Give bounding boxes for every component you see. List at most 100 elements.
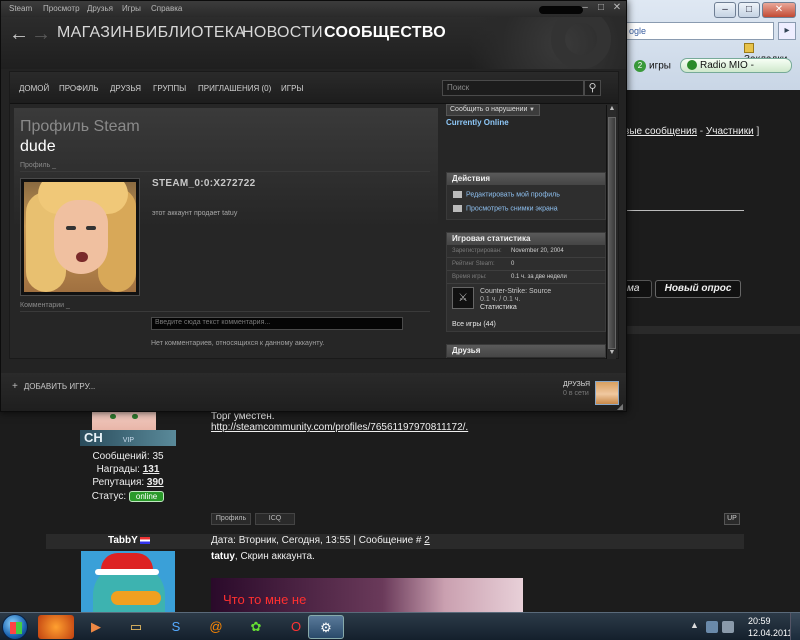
members-link[interactable]: Участники: [706, 126, 754, 137]
nav-library[interactable]: БИБЛИОТЕКА: [135, 24, 245, 42]
separator: -: [697, 126, 706, 137]
radio-widget[interactable]: Radio MIO -: [680, 58, 792, 73]
subnav-home[interactable]: ДОМОЙ: [19, 84, 49, 93]
games-icon: 2: [634, 60, 646, 72]
tray-expand-icon[interactable]: ▲: [690, 620, 699, 630]
back-arrow-icon[interactable]: ←: [9, 23, 29, 46]
avatar[interactable]: [595, 381, 619, 405]
start-button[interactable]: [2, 614, 28, 640]
show-desktop-button[interactable]: [790, 613, 800, 640]
subnav-groups[interactable]: ГРУППЫ: [153, 84, 186, 93]
stat-value: 0.1 ч. за две недели: [511, 274, 567, 280]
go-arrow-icon[interactable]: ▸: [778, 22, 796, 40]
folder-icon[interactable]: ▭: [118, 615, 154, 639]
icq-icon[interactable]: ✿: [238, 615, 274, 639]
post-author[interactable]: TabbY: [108, 535, 150, 546]
subnav-invites[interactable]: ПРИГЛАШЕНИЯ (0): [198, 84, 271, 93]
menu-friends[interactable]: Друзья: [87, 4, 113, 13]
new-messages-link[interactable]: вые сообщения: [624, 126, 697, 137]
profile-button[interactable]: Профиль: [211, 513, 251, 525]
edit-icon: [453, 191, 462, 198]
steam-menubar: Steam Просмотр Друзья Игры Справка – □ ✕: [1, 1, 626, 17]
resize-grip-icon[interactable]: ◢: [617, 402, 623, 411]
author-name[interactable]: TabbY: [108, 535, 138, 546]
search-icon[interactable]: ⚲: [584, 80, 601, 96]
games-button[interactable]: 2 игры: [634, 60, 671, 72]
profile-name: dude: [20, 138, 56, 155]
new-poll-button[interactable]: Новый опрос: [655, 280, 741, 298]
awards-value[interactable]: 131: [143, 464, 160, 475]
forward-arrow-icon[interactable]: →: [31, 23, 51, 46]
subnav-profile[interactable]: ПРОФИЛЬ: [59, 84, 98, 93]
scrollbar-thumb[interactable]: [608, 117, 616, 349]
comment-input[interactable]: Введите сюда текст комментария...: [151, 317, 403, 330]
scroll-down-icon[interactable]: ▼: [607, 349, 617, 359]
nav-store[interactable]: МАГАЗИН: [57, 24, 134, 42]
mail-agent-icon[interactable]: @: [198, 615, 234, 639]
friends-button[interactable]: ДРУЗЬЯ: [563, 381, 590, 388]
media-player-icon[interactable]: ▶: [78, 615, 114, 639]
image-caption: Что то мне не: [223, 592, 307, 607]
menu-steam[interactable]: Steam: [9, 4, 32, 13]
report-abuse-dropdown[interactable]: Сообщить о нарушении ▼: [446, 104, 540, 116]
address-bar[interactable]: ogle: [624, 22, 774, 40]
stat-row: Рейтинг Steam: 0: [447, 259, 607, 271]
plus-icon: +: [12, 381, 18, 392]
reputation-value[interactable]: 390: [147, 477, 164, 488]
minimize-icon[interactable]: –: [580, 3, 590, 13]
profile-link[interactable]: http://steamcommunity.com/profiles/76561…: [211, 422, 468, 433]
steam-footer: + ДОБАВИТЬ ИГРУ... ДРУЗЬЯ 0 в сети ◢: [1, 373, 626, 411]
subnav-games[interactable]: ИГРЫ: [281, 84, 304, 93]
post-image: Что то мне не: [211, 578, 523, 612]
counter-strike-icon[interactable]: ⚔: [452, 287, 474, 309]
clock-date[interactable]: 12.04.2011: [748, 628, 792, 638]
firefox-icon[interactable]: [38, 615, 74, 639]
network-icon[interactable]: [706, 621, 718, 633]
icq-button[interactable]: ICQ: [255, 513, 295, 525]
scroll-up-icon[interactable]: ▲: [607, 105, 617, 115]
menu-games[interactable]: Игры: [122, 4, 141, 13]
close-icon[interactable]: ✕: [762, 2, 796, 18]
maximize-icon[interactable]: □: [738, 2, 760, 18]
minimize-icon[interactable]: –: [714, 2, 736, 18]
nav-news[interactable]: НОВОСТИ: [242, 24, 323, 42]
stat-value: 0: [511, 261, 515, 267]
menu-view[interactable]: Просмотр: [43, 4, 80, 13]
play-icon[interactable]: [687, 60, 697, 71]
steam-taskbar-icon[interactable]: ⚙: [308, 615, 344, 639]
game-stats-link[interactable]: Статистика: [480, 304, 517, 311]
menu-help[interactable]: Справка: [151, 4, 182, 13]
scroll-up-button[interactable]: UP: [724, 513, 740, 525]
view-screenshots-label: Просмотреть снимки экрана: [466, 205, 558, 213]
profile-main-panel: Профиль Steam dude Профиль _ STEAM_0:0:X…: [14, 108, 438, 358]
avatar-frame: [20, 178, 140, 296]
edit-profile-link[interactable]: Редактировать мой профиль: [453, 191, 560, 198]
skype-icon[interactable]: S: [158, 615, 194, 639]
clock-time[interactable]: 20:59: [748, 616, 771, 626]
add-game-label: ДОБАВИТЬ ИГРУ...: [23, 382, 96, 391]
user-rank-banner: CH VIP: [80, 430, 176, 446]
stat-key: Зарегистрирован:: [452, 248, 502, 254]
page-title: Профиль Steam: [20, 118, 140, 135]
add-game-button[interactable]: + ДОБАВИТЬ ИГРУ...: [12, 381, 95, 392]
post-number-link[interactable]: 2: [424, 535, 430, 546]
forum-nav-links: вые сообщения - Участники ]: [624, 126, 800, 137]
close-icon[interactable]: ✕: [612, 3, 622, 13]
games-label: игры: [649, 60, 671, 72]
friends-online-count: 0 в сети: [563, 390, 589, 397]
all-games-link[interactable]: Все игры (44): [452, 321, 496, 328]
divider: [20, 311, 430, 312]
view-screenshots-link[interactable]: Просмотреть снимки экрана: [453, 205, 558, 212]
reputation-label: Репутация:: [92, 477, 147, 488]
divider: [622, 326, 800, 334]
chevron-down-icon: ▼: [529, 107, 535, 113]
scrollbar[interactable]: ▲ ▼: [606, 105, 616, 359]
quoted-user[interactable]: tatuy: [211, 551, 235, 562]
volume-icon[interactable]: [722, 621, 734, 633]
search-input[interactable]: Поиск: [442, 80, 584, 96]
steam-logo-icon: [441, 17, 626, 69]
nav-community[interactable]: СООБЩЕСТВО: [324, 24, 446, 42]
report-label: Сообщить о нарушении: [450, 106, 528, 113]
maximize-icon[interactable]: □: [596, 3, 606, 13]
subnav-friends[interactable]: ДРУЗЬЯ: [110, 84, 141, 93]
